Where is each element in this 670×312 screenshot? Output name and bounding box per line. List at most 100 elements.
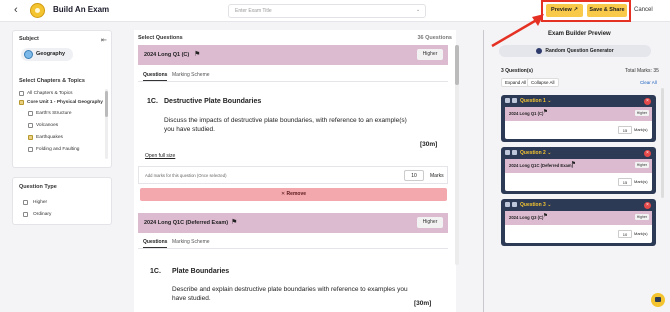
question-type-panel: Question Type Higher Ordinary [12,177,112,225]
preview-question-header[interactable]: Question 1 ⌄ [520,98,551,104]
topic-label: All Chapters & Topics [27,91,73,96]
question-count: 36 Questions [417,35,452,41]
question-marks: [30m] [420,141,438,148]
question-name: 2024 Long Q1C (Deferred Exam) [144,220,229,226]
preview-question-card[interactable]: Question 1 ⌄ × 2024 Long Q1 (C) ⚑ Higher… [501,95,656,142]
subject-chip-label: Geography [36,51,66,57]
preview-question-card[interactable]: Question 3 ⌄ × 2024 Long Q3 (C) ⚑ Higher… [501,199,656,246]
question-tabs: Questions Marking Scheme [138,68,448,82]
questions-scrollbar[interactable] [455,45,459,265]
move-icon[interactable] [512,98,517,103]
preview-marks-label: Mark(s) [634,231,648,236]
question-name: 2024 Long Q1 (C) [144,52,190,58]
preview-question-name: 2024 Long Q1 (C) [509,111,544,116]
question-type-heading: Question Type [19,184,57,190]
move-icon[interactable] [512,150,517,155]
open-full-size-link[interactable]: Open full size [145,153,175,159]
marks-hint: Add marks for this question (Once select… [145,173,227,178]
question-card-header[interactable]: 2024 Long Q1C (Deferred Exam) ⚑ Higher [138,213,448,233]
topic-checkbox[interactable] [19,100,24,105]
exam-builder-preview-panel: Exam Builder Preview Random Question Gen… [489,24,670,312]
question-card-header[interactable]: 2024 Long Q1 (C) ⚑ Higher [138,45,448,65]
collapse-all-button[interactable]: Collapse All [527,78,559,87]
level-badge: Higher [634,214,649,220]
preview-scrollbar[interactable] [661,88,664,198]
back-button[interactable]: ‹ [14,4,18,17]
topic-label: Folding and Faulting [36,147,80,152]
topic-label: Earth's Structure [36,111,72,116]
level-badge: Higher [417,49,443,60]
subject-heading: Subject [19,36,39,42]
topic-checkbox[interactable] [28,111,33,116]
total-marks: Total Marks: 35 [625,68,659,74]
question-number: 1C. [147,98,158,105]
save-share-button[interactable]: Save & Share [587,4,627,17]
preview-question-title-bar: 2024 Long Q3 (C) ⚑ Higher [505,211,652,225]
flag-icon: ⚑ [543,213,548,219]
question-text: Describe and explain destructive plate b… [172,286,408,302]
drag-handle-icon[interactable] [505,98,510,103]
topics-scrollbar[interactable] [105,89,108,159]
question-number: 1C. [150,268,161,275]
tab-questions[interactable]: Questions [143,239,168,248]
preview-question-title-bar: 2024 Long Q1C (Deferred Exam) ⚑ Higher [505,159,652,173]
select-questions-panel: Select Questions 36 Questions 2024 Long … [134,30,456,312]
topic-checkbox[interactable] [28,135,33,140]
question-text: Discuss the impacts of destructive plate… [164,117,407,133]
topic-label: Core Unit 1 - Physical Geography [27,100,103,105]
select-questions-header: Select Questions 36 Questions [134,30,456,44]
remove-question-icon[interactable]: × [644,150,651,157]
random-question-label: Random Question Generator [545,48,614,54]
preview-question-header[interactable]: Question 2 ⌄ [520,150,551,156]
drag-handle-icon[interactable] [505,150,510,155]
expand-all-button[interactable]: Expand All [501,78,531,87]
topic-checkbox[interactable] [19,91,24,96]
qtype-checkbox[interactable] [23,212,28,217]
chat-support-button[interactable] [651,293,665,307]
preview-marks-input[interactable]: 15 [618,126,632,134]
question-marks: [30m] [414,300,432,307]
preview-question-title-bar: 2024 Long Q1 (C) ⚑ Higher [505,107,652,121]
move-icon[interactable] [512,202,517,207]
topic-label: Volcanoes [36,123,59,128]
drag-handle-icon[interactable] [505,202,510,207]
topic-checkbox[interactable] [28,147,33,152]
marks-input[interactable]: 10 [404,170,424,181]
topic-list: All Chapters & Topics Core Unit 1 - Phys… [19,89,109,161]
topic-label: Earthquakes [36,135,63,140]
tab-questions[interactable]: Questions [143,72,168,81]
app-logo [30,3,45,18]
remove-question-icon[interactable]: × [644,98,651,105]
cancel-button[interactable]: Cancel [634,7,653,13]
top-bar: ‹ Build An Exam ⌄ Preview ↗ Save & Share… [0,0,670,22]
remove-question-icon[interactable]: × [644,202,651,209]
question-tabs: Questions Marking Scheme [138,235,448,249]
tab-marking-scheme[interactable]: Marking Scheme [172,72,210,78]
preview-marks-input[interactable]: 10 [618,230,632,238]
qtype-checkbox[interactable] [23,200,28,205]
select-questions-title: Select Questions [138,35,183,41]
clear-all-link[interactable]: Clear All [640,80,657,85]
flag-icon[interactable]: ⚑ [194,50,200,58]
preview-marks-input[interactable]: 15 [618,178,632,186]
flag-icon[interactable]: ⚑ [231,218,237,226]
preview-question-count: 3 Question(s) [501,68,533,74]
tab-marking-scheme[interactable]: Marking Scheme [172,239,210,245]
preview-question-body: 2024 Long Q3 (C) ⚑ Higher 10 Mark(s) [505,211,652,243]
remove-button[interactable]: ✕ Remove [140,188,447,201]
level-badge: Higher [634,110,649,116]
exam-title-input[interactable] [228,4,426,18]
flag-icon: ⚑ [543,109,548,115]
preview-question-name: 2024 Long Q3 (C) [509,215,544,220]
preview-question-card[interactable]: Question 2 ⌄ × 2024 Long Q1C (Deferred E… [501,147,656,194]
marks-label: Marks [430,173,444,179]
preview-question-header[interactable]: Question 3 ⌄ [520,202,551,208]
level-badge: Higher [417,217,443,228]
collapse-sidebar-icon[interactable]: ⇤ [101,36,107,44]
subject-chip[interactable]: Geography [21,48,73,61]
globe-icon [24,50,33,59]
chevron-down-icon[interactable]: ⌄ [416,7,420,13]
topic-checkbox[interactable] [28,123,33,128]
level-badge: Higher [634,162,649,168]
preview-question-name: 2024 Long Q1C (Deferred Exam) [509,163,573,168]
